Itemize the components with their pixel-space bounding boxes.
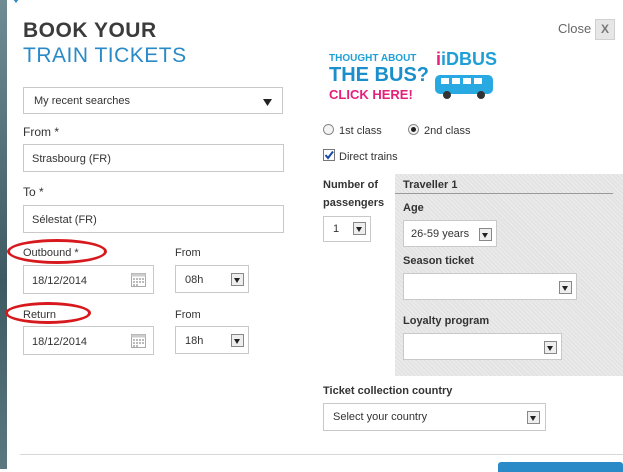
outbound-date-value: 18/12/2014	[32, 275, 88, 287]
idbus-banner[interactable]: THOUGHT ABOUT iiDBUS THE BUS? CLICK HERE…	[323, 48, 498, 105]
loyalty-program-label: Loyalty program	[403, 315, 490, 327]
passengers-value: 1	[333, 223, 340, 235]
return-from-label: From	[175, 309, 201, 321]
first-class-radio[interactable]	[323, 124, 334, 135]
recent-searches-select[interactable]: My recent searches	[23, 87, 283, 114]
chevron-down-icon	[231, 334, 244, 347]
from-input[interactable]: Strasbourg (FR)	[23, 144, 284, 172]
second-class-label[interactable]: 2nd class	[424, 125, 470, 137]
outbound-time-value: 08h	[185, 274, 204, 286]
close-button[interactable]: X	[595, 19, 615, 40]
age-label: Age	[403, 202, 424, 214]
traveller-divider	[395, 193, 613, 194]
banner-brand: iiDBUS	[436, 49, 498, 69]
left-edge-background	[0, 0, 7, 469]
search-button[interactable]	[498, 462, 623, 472]
to-value: Sélestat (FR)	[32, 214, 97, 226]
outbound-time-select[interactable]: 08h	[175, 265, 249, 293]
passengers-label-line1: Number of	[323, 179, 378, 191]
from-label: From *	[23, 125, 59, 139]
direct-trains-checkbox[interactable]	[323, 149, 335, 161]
season-ticket-select[interactable]	[403, 273, 577, 300]
loyalty-program-select[interactable]	[403, 333, 562, 360]
passengers-label-line2: passengers	[323, 197, 385, 209]
outbound-from-label: From	[175, 247, 201, 259]
pointer-arrow-icon	[10, 0, 22, 3]
chevron-down-icon	[527, 411, 540, 424]
chevron-down-icon	[559, 281, 572, 294]
first-class-label[interactable]: 1st class	[339, 125, 382, 137]
chevron-down-icon	[263, 99, 272, 106]
country-select[interactable]: Select your country	[323, 403, 546, 431]
to-input[interactable]: Sélestat (FR)	[23, 205, 284, 233]
return-label: Return	[23, 309, 57, 321]
close-label[interactable]: Close	[558, 21, 591, 36]
country-label: Ticket collection country	[323, 385, 453, 397]
calendar-icon[interactable]	[131, 333, 146, 348]
direct-trains-label[interactable]: Direct trains	[339, 151, 398, 163]
age-select[interactable]: 26-59 years	[403, 220, 497, 247]
chevron-down-icon	[231, 273, 244, 286]
return-time-select[interactable]: 18h	[175, 326, 249, 354]
season-ticket-label: Season ticket	[403, 255, 474, 267]
from-value: Strasbourg (FR)	[32, 153, 111, 165]
bus-icon	[435, 75, 493, 99]
banner-line1: THOUGHT ABOUT	[329, 53, 417, 64]
passengers-select[interactable]: 1	[323, 216, 371, 242]
footer-divider	[20, 454, 623, 455]
chevron-down-icon	[544, 341, 557, 354]
second-class-radio[interactable]	[408, 124, 419, 135]
traveller-title: Traveller 1	[403, 179, 458, 191]
outbound-label: Outbound *	[23, 247, 79, 259]
banner-cta: CLICK HERE!	[329, 87, 413, 102]
outbound-date-input[interactable]: 18/12/2014	[23, 265, 154, 294]
banner-brand-text: iDBUS	[441, 49, 498, 69]
dialog-title-line1: BOOK YOUR	[23, 19, 157, 42]
banner-line2: THE BUS?	[329, 64, 429, 86]
return-date-input[interactable]: 18/12/2014	[23, 326, 154, 355]
return-date-value: 18/12/2014	[32, 336, 88, 348]
to-label: To *	[23, 185, 44, 199]
age-value: 26-59 years	[411, 228, 470, 240]
checkmark-icon	[324, 150, 334, 160]
country-placeholder: Select your country	[333, 411, 428, 423]
return-time-value: 18h	[185, 335, 204, 347]
chevron-down-icon	[479, 228, 492, 241]
chevron-down-icon	[353, 222, 366, 235]
calendar-icon[interactable]	[131, 272, 146, 287]
dialog-title-line2: TRAIN TICKETS	[23, 44, 187, 67]
recent-searches-value: My recent searches	[34, 95, 130, 107]
